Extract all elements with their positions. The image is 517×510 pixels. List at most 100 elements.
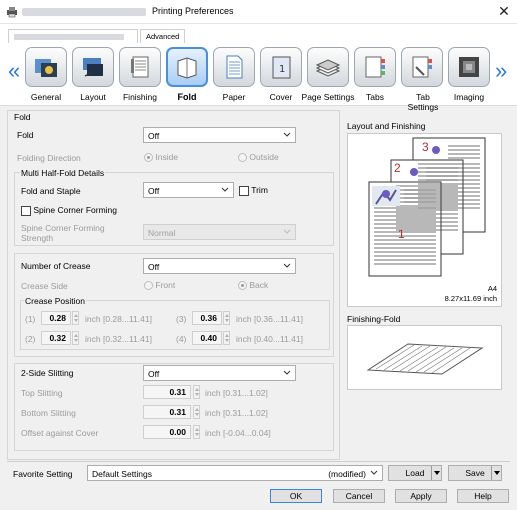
crease-pos-2-index: (2) xyxy=(25,334,36,344)
offset-cover-input[interactable]: 0.00 xyxy=(143,425,191,439)
crease-pos-2-spinner[interactable] xyxy=(72,331,79,345)
crease-pos-3-input[interactable]: 0.36 xyxy=(192,311,222,325)
finishing-fold-preview xyxy=(347,325,502,390)
tab-advanced[interactable]: Advanced xyxy=(140,29,186,43)
crease-pos-2-input[interactable]: 0.32 xyxy=(41,331,71,345)
crease-count-value: Off xyxy=(148,262,160,272)
ok-button[interactable]: OK xyxy=(270,489,322,503)
crease-pos-4-input[interactable]: 0.40 xyxy=(192,331,222,345)
trim-checkbox-box xyxy=(239,185,249,196)
crease-pos-2-range: inch [0.32...11.41] xyxy=(85,334,152,344)
page-settings-icon xyxy=(315,59,341,77)
slitting-value: Off xyxy=(148,369,160,379)
scroll-right-button[interactable]: » xyxy=(495,60,507,82)
favorite-setting-label: Favorite Setting xyxy=(13,469,73,479)
crease-count-select[interactable]: Off xyxy=(143,258,296,274)
fold-select[interactable]: Off xyxy=(143,127,296,143)
tab-redacted[interactable] xyxy=(8,29,138,43)
offset-cover-range: inch [-0.04...0.04] xyxy=(205,428,271,438)
category-paper[interactable] xyxy=(213,47,255,87)
fold-select-value: Off xyxy=(148,131,160,141)
spine-strength-select[interactable]: Normal xyxy=(143,224,296,240)
favorite-setting-value: Default Settings xyxy=(92,469,153,479)
radio-outside[interactable]: Outside xyxy=(238,152,279,163)
crease-side-label: Crease Side xyxy=(21,281,68,291)
spine-corner-checkbox[interactable]: Spine Corner Forming xyxy=(21,205,117,216)
save-button[interactable]: Save xyxy=(448,465,502,481)
top-slitting-range: inch [0.31...1.02] xyxy=(205,388,268,398)
cancel-button[interactable]: Cancel xyxy=(333,489,385,503)
chevron-down-icon xyxy=(283,229,291,234)
spine-strength-label: Spine Corner Forming Strength xyxy=(21,223,105,243)
crease-pos-3-range: inch [0.36...11.41] xyxy=(236,314,303,324)
apply-button[interactable]: Apply xyxy=(395,489,447,503)
finishing-fold-title: Finishing-Fold xyxy=(347,314,401,324)
layout-icon xyxy=(83,58,103,77)
category-label-tabs: Tabs xyxy=(366,92,384,102)
paper-icon xyxy=(226,55,243,79)
page-stack-illustration xyxy=(368,137,486,277)
load-button[interactable]: Load xyxy=(388,465,442,481)
radio-back-dot xyxy=(238,281,247,291)
category-tab-settings[interactable] xyxy=(401,47,443,87)
top-slitting-input[interactable]: 0.31 xyxy=(143,385,191,399)
paper-size: 8.27x11.69 inch xyxy=(444,294,497,303)
save-dropdown[interactable] xyxy=(491,466,501,480)
radio-back-label: Back xyxy=(249,280,269,290)
chevron-down-icon xyxy=(221,187,229,192)
offset-cover-label: Offset against Cover xyxy=(21,428,99,438)
footer-separator xyxy=(7,461,510,462)
category-page-settings[interactable] xyxy=(307,47,349,87)
radio-back[interactable]: Back xyxy=(238,280,269,291)
fold-staple-select[interactable]: Off xyxy=(143,182,234,198)
crease-pos-3-spinner[interactable] xyxy=(223,311,230,325)
trim-checkbox[interactable]: Trim xyxy=(239,185,268,196)
radio-front[interactable]: Front xyxy=(144,280,176,291)
chevron-down-icon xyxy=(283,370,291,375)
trim-label: Trim xyxy=(251,185,268,195)
imaging-icon xyxy=(459,57,479,77)
bottom-slitting-spinner[interactable] xyxy=(193,405,200,419)
layout-finishing-title: Layout and Finishing xyxy=(347,121,426,131)
slitting-select[interactable]: Off xyxy=(143,365,296,381)
category-finishing[interactable] xyxy=(119,47,161,87)
window-title: Printing Preferences xyxy=(152,6,234,16)
save-button-label: Save xyxy=(465,468,485,478)
category-cover[interactable]: 1 xyxy=(260,47,302,87)
page-number-3: 3 xyxy=(422,140,429,154)
spine-strength-value: Normal xyxy=(148,228,176,238)
bottom-slitting-input[interactable]: 0.31 xyxy=(143,405,191,419)
category-general[interactable] xyxy=(25,47,67,87)
finishing-icon xyxy=(131,56,149,78)
crease-pos-3-index: (3) xyxy=(176,314,187,324)
crease-pos-1-spinner[interactable] xyxy=(72,311,79,325)
svg-text:1: 1 xyxy=(279,64,285,75)
crease-pos-1-input[interactable]: 0.28 xyxy=(41,311,71,325)
radio-front-label: Front xyxy=(155,280,176,290)
bottom-slitting-label: Bottom Slitting xyxy=(21,408,76,418)
offset-cover-spinner[interactable] xyxy=(193,425,200,439)
page-number-2: 2 xyxy=(394,161,401,175)
top-slitting-spinner[interactable] xyxy=(193,385,200,399)
crease-pos-1-index: (1) xyxy=(25,314,36,324)
crease-position-title: Crease Position xyxy=(24,296,87,306)
chevron-down-icon xyxy=(283,132,291,137)
fold-icon xyxy=(177,57,197,79)
category-layout[interactable] xyxy=(72,47,114,87)
category-imaging[interactable] xyxy=(448,47,490,87)
load-dropdown[interactable] xyxy=(431,466,441,480)
crease-pos-4-spinner[interactable] xyxy=(223,331,230,345)
tabs-icon xyxy=(365,56,385,78)
help-button[interactable]: Help xyxy=(457,489,509,503)
favorite-setting-select[interactable]: Default Settings (modified) xyxy=(87,465,383,481)
close-button[interactable]: ✕ xyxy=(494,2,514,20)
tab-settings-icon xyxy=(412,56,432,78)
general-icon xyxy=(35,59,57,77)
scroll-left-button[interactable]: « xyxy=(8,60,20,82)
category-fold[interactable] xyxy=(166,47,208,87)
top-slitting-label: Top Slitting xyxy=(21,388,63,398)
radio-inside[interactable]: Inside xyxy=(144,152,178,163)
crease-pos-4-range: inch [0.40...11.41] xyxy=(236,334,303,344)
category-tabs[interactable] xyxy=(354,47,396,87)
category-label-imaging: Imaging xyxy=(453,92,485,102)
